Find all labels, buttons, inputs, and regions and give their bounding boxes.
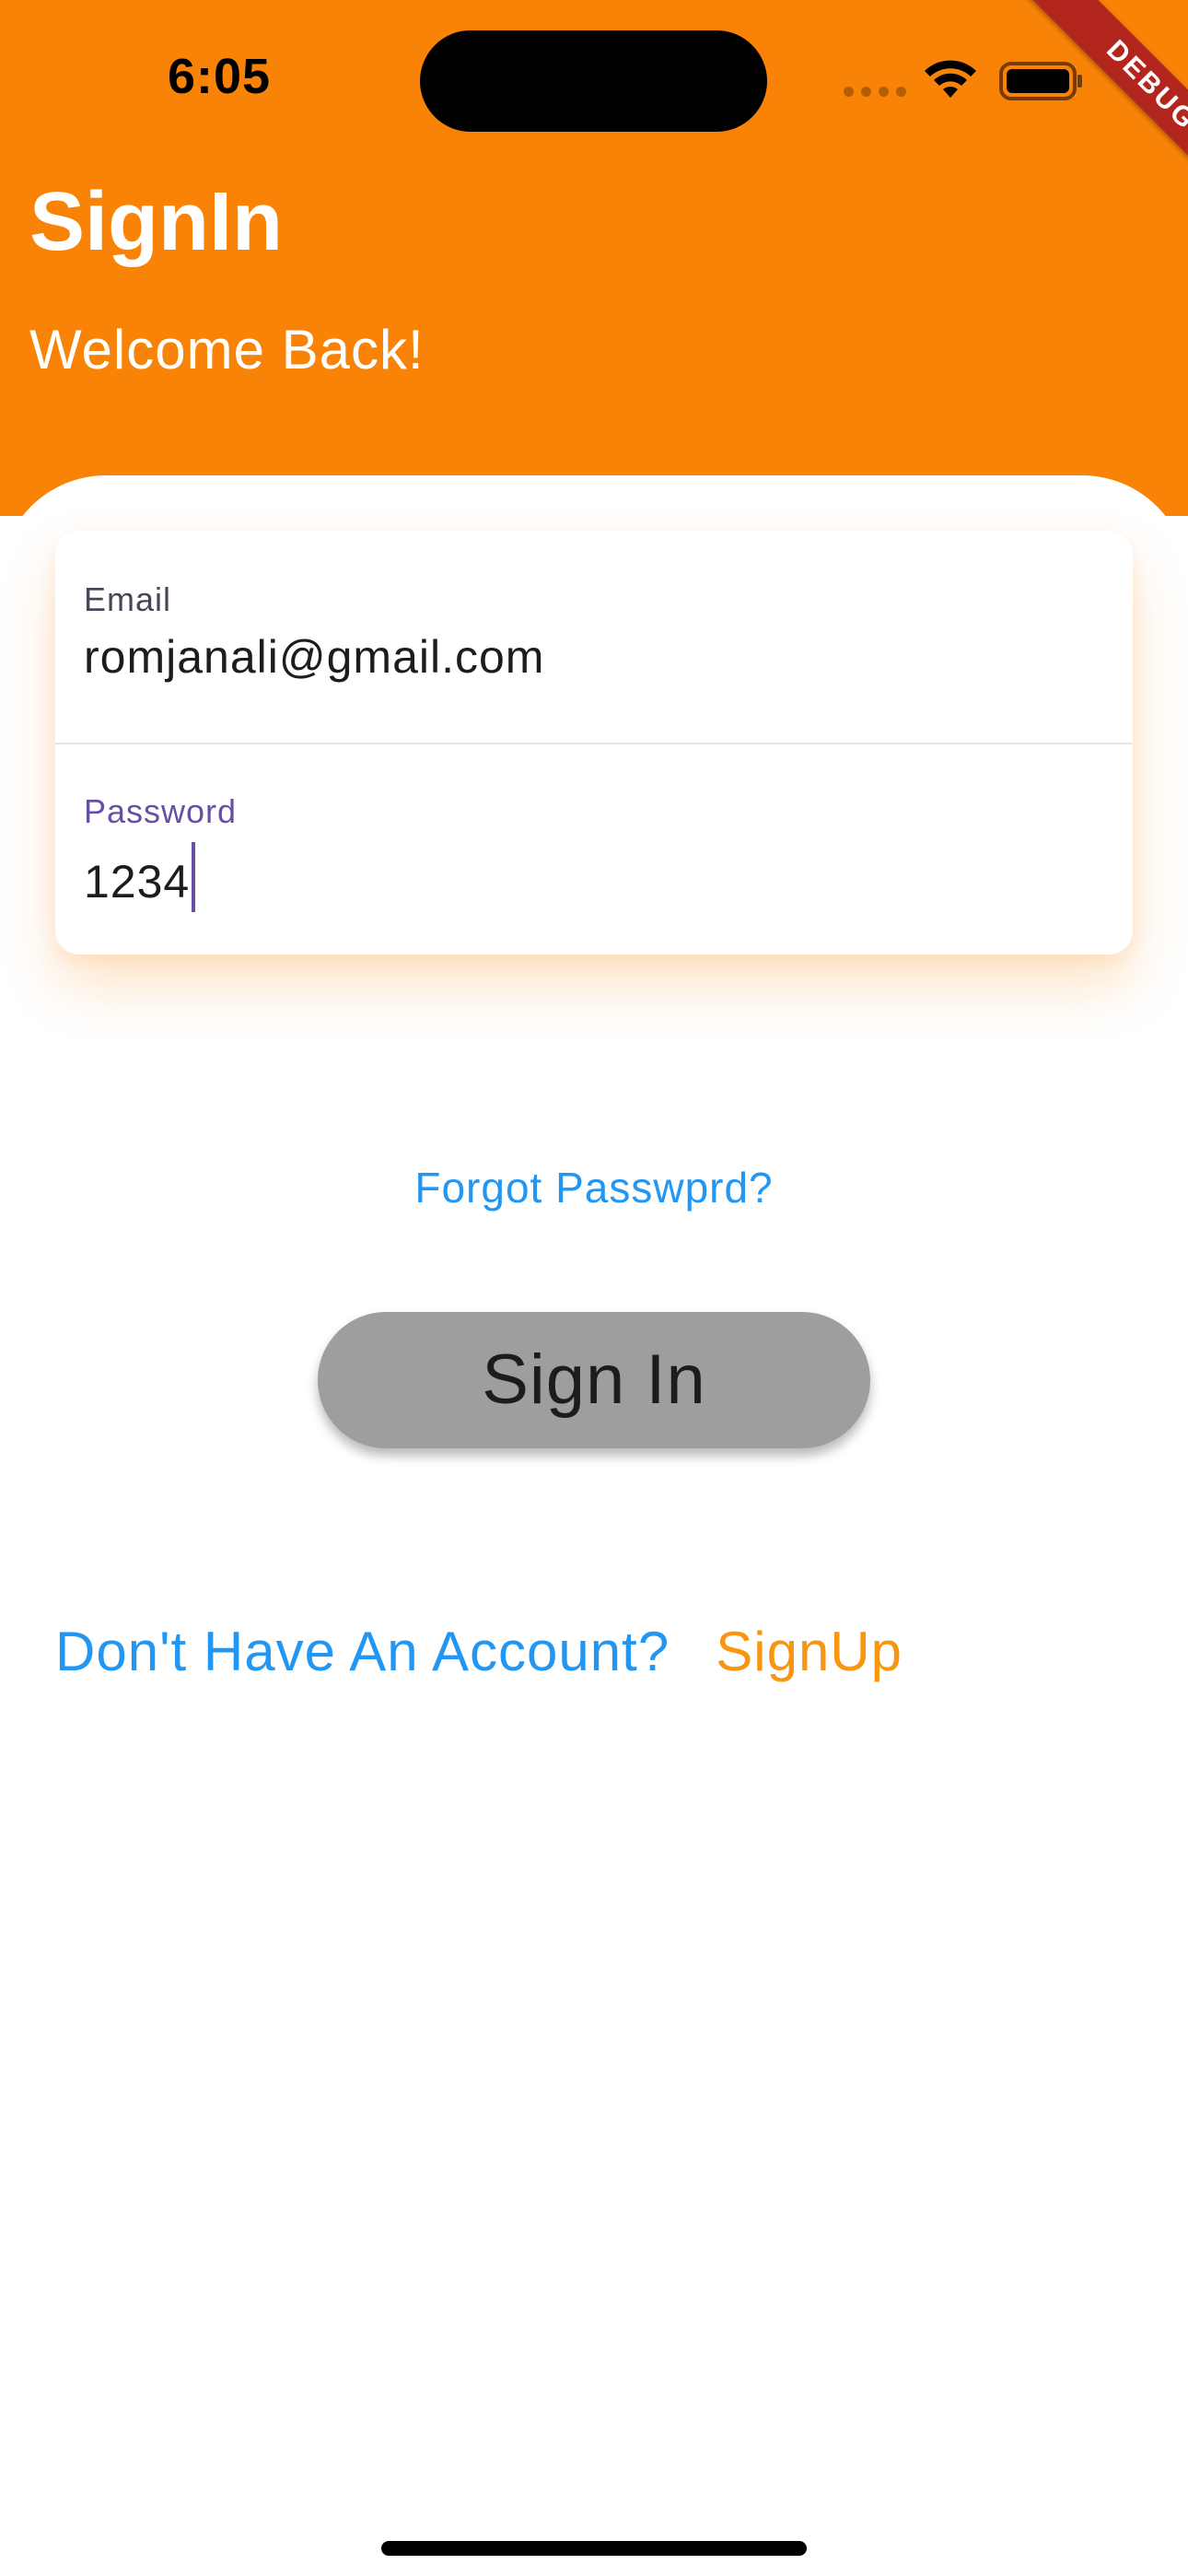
text-cursor [192,842,196,912]
status-time: 6:05 [168,49,272,104]
page-title: SignIn [29,176,283,268]
signup-row: Don't Have An Account? SignUp [55,1620,903,1683]
page-subtitle: Welcome Back! [29,319,425,381]
password-input[interactable]: 1234 [84,842,196,912]
home-indicator[interactable] [381,2541,807,2556]
cellular-signal-icon [844,87,906,98]
dynamic-island [420,30,767,132]
password-field[interactable]: Password 1234 [55,743,1133,954]
battery-icon [999,62,1082,100]
password-value: 1234 [84,856,191,907]
forgot-password-link[interactable]: Forgot Passwprd? [0,1163,1188,1212]
email-input[interactable]: romjanali@gmail.com [84,630,544,684]
password-label: Password [84,792,238,830]
email-label: Email [84,580,172,618]
sign-in-button[interactable]: Sign In [318,1312,870,1448]
email-field[interactable]: Email romjanali@gmail.com [55,531,1133,744]
sign-in-form-card: Email romjanali@gmail.com Password 1234 [55,531,1133,954]
signup-prompt: Don't Have An Account? [55,1621,670,1682]
wifi-icon [925,60,976,98]
signup-link[interactable]: SignUp [716,1621,903,1682]
